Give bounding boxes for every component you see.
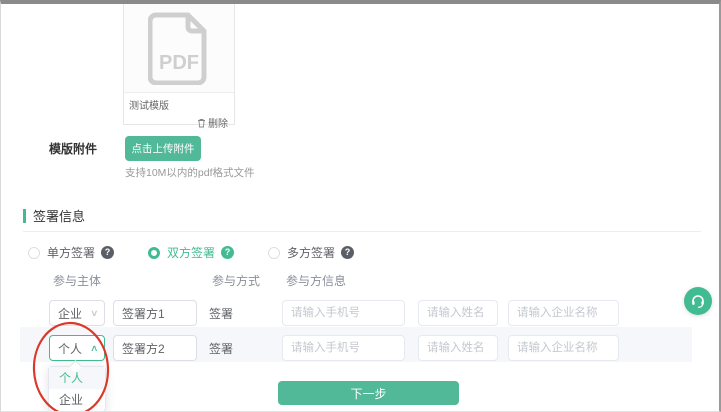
- radio-circle-icon: [148, 247, 160, 259]
- chevron-down-icon: ∨: [90, 308, 99, 319]
- participation-mode-row2: 签署: [209, 340, 233, 357]
- radio-two-party-label: 双方签署: [167, 244, 215, 261]
- pdf-preview: PDF: [124, 4, 234, 93]
- question-icon[interactable]: ?: [101, 246, 114, 259]
- company-name-input-row1[interactable]: [508, 300, 619, 326]
- signer-name-input-row1[interactable]: [113, 300, 197, 326]
- radio-multi-party[interactable]: 多方签署 ?: [268, 244, 354, 261]
- template-setup-page: PDF 测试模版 删除 模版附件 点击上传附件 支持10M以内的pdf格式文件 …: [0, 0, 721, 412]
- subject-dropdown-menu: 个人 企业: [48, 366, 106, 412]
- person-name-input-row1[interactable]: [418, 300, 498, 326]
- radio-circle-icon: [28, 247, 40, 259]
- dropdown-option-individual[interactable]: 个人: [49, 367, 105, 389]
- column-header-subject: 参与主体: [53, 272, 101, 289]
- delete-file-label: 删除: [208, 115, 228, 130]
- uploaded-file-card: PDF 测试模版 删除: [123, 4, 235, 125]
- trash-icon: [197, 118, 206, 128]
- radio-two-party[interactable]: 双方签署 ?: [148, 244, 234, 261]
- delete-file-button[interactable]: 删除: [124, 113, 234, 130]
- participation-mode-row1: 签署: [209, 305, 233, 322]
- customer-service-button[interactable]: [684, 287, 712, 315]
- company-name-input-row2[interactable]: [508, 335, 619, 361]
- phone-input-row2[interactable]: [282, 335, 405, 361]
- file-name: 测试模版: [124, 93, 234, 113]
- column-header-mode: 参与方式: [212, 272, 260, 289]
- pdf-file-icon: PDF: [148, 11, 210, 85]
- signer-name-input-row2[interactable]: [113, 335, 197, 361]
- radio-circle-icon: [268, 247, 280, 259]
- sign-info-section-title: 签署信息: [23, 206, 85, 225]
- sign-mode-radio-group: 单方签署 ? 双方签署 ? 多方签署 ?: [28, 244, 354, 261]
- section-title-text: 签署信息: [33, 206, 85, 225]
- next-step-button[interactable]: 下一步: [278, 381, 459, 405]
- subject-select-row2-value: 个人: [58, 340, 82, 357]
- upload-attachment-button[interactable]: 点击上传附件: [125, 136, 201, 161]
- question-icon[interactable]: ?: [221, 246, 234, 259]
- person-name-input-row2[interactable]: [418, 335, 498, 361]
- attachment-field-label: 模版附件: [49, 140, 97, 157]
- radio-single-party[interactable]: 单方签署 ?: [28, 244, 114, 261]
- phone-input-row1[interactable]: [282, 300, 405, 326]
- upload-hint: 支持10M以内的pdf格式文件: [125, 165, 255, 180]
- radio-multi-party-label: 多方签署: [287, 244, 335, 261]
- subject-select-row1-value: 企业: [58, 305, 82, 322]
- section-accent-bar: [23, 209, 26, 223]
- dropdown-option-enterprise[interactable]: 企业: [49, 389, 105, 411]
- section-divider: [23, 231, 701, 232]
- subject-select-row2[interactable]: 个人 ∧: [49, 335, 105, 361]
- question-icon[interactable]: ?: [341, 246, 354, 259]
- subject-select-row1[interactable]: 企业 ∨: [49, 300, 105, 326]
- headset-icon: [690, 293, 706, 309]
- pdf-icon-text: PDF: [159, 52, 199, 74]
- column-header-party-info: 参与方信息: [286, 272, 346, 289]
- chevron-up-icon: ∧: [90, 343, 99, 354]
- radio-single-party-label: 单方签署: [47, 244, 95, 261]
